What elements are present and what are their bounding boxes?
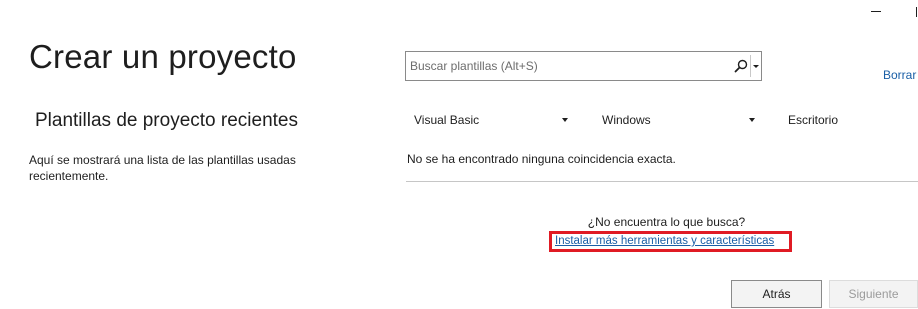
page-title: Crear un proyecto	[29, 38, 297, 75]
minimize-button[interactable]	[869, 3, 883, 17]
install-link-highlight: Instalar más herramientas y característi…	[549, 231, 792, 252]
search-icon[interactable]	[734, 59, 748, 73]
project-type-filter-value: Escritorio	[788, 113, 839, 127]
chevron-down-icon	[562, 118, 568, 122]
chevron-down-icon	[749, 118, 755, 122]
install-tools-link[interactable]: Instalar más herramientas y característi…	[555, 234, 774, 249]
recent-templates-description: Aquí se mostrará una lista de las planti…	[29, 153, 296, 183]
next-button[interactable]: Siguiente	[829, 280, 918, 308]
help-question: ¿No encuentra lo que busca?	[587, 215, 746, 229]
clear-filters-link[interactable]: Borrar	[883, 68, 916, 82]
project-type-filter-dropdown[interactable]: Escritorio	[780, 108, 918, 132]
platform-filter-value: Windows	[602, 113, 651, 127]
results-divider	[406, 181, 918, 182]
chevron-down-icon[interactable]	[751, 59, 761, 73]
language-filter-value: Visual Basic	[414, 113, 480, 127]
back-button[interactable]: Atrás	[731, 280, 822, 308]
language-filter-dropdown[interactable]: Visual Basic	[406, 108, 576, 132]
template-search-input[interactable]	[410, 57, 725, 75]
maximize-button[interactable]	[910, 3, 918, 17]
platform-filter-dropdown[interactable]: Windows	[594, 108, 764, 132]
recent-templates-heading: Plantillas de proyecto recientes	[35, 110, 298, 131]
no-results-message: No se ha encontrado ninguna coincidencia…	[407, 152, 676, 166]
template-search-box[interactable]	[405, 51, 762, 81]
